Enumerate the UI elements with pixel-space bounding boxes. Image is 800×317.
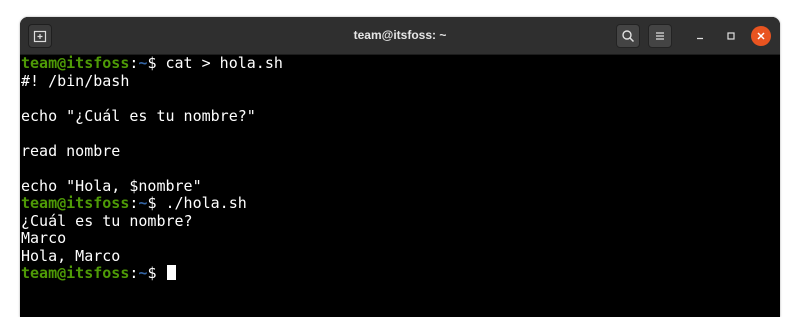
prompt-line: team@itsfoss:~$ cat > hola.sh [21, 54, 780, 73]
minimize-button[interactable] [688, 24, 712, 48]
prompt-line: team@itsfoss:~$ ./hola.sh [21, 194, 780, 213]
output-line: Marco [21, 229, 780, 248]
title-bar[interactable]: team@itsfoss: ~ [20, 17, 780, 55]
command-text: ./hola.sh [165, 194, 247, 212]
search-button[interactable] [616, 24, 640, 48]
output-text: read nombre [21, 141, 121, 160]
output-line: #! /bin/bash [21, 71, 780, 91]
menu-button[interactable] [648, 24, 672, 48]
minimize-icon [697, 37, 703, 40]
terminal-window: team@itsfoss: ~ team@itsfoss:~$ cat > ho… [20, 17, 780, 317]
output-text: Hola, Marco [21, 246, 121, 265]
output-line: echo "Hola, $nombre" [21, 176, 780, 196]
output-text: ¿Cuál es tu nombre? [21, 211, 193, 230]
prompt-user-host: team@itsfoss [21, 194, 130, 212]
output-text: echo "Hola, $nombre" [21, 176, 202, 195]
prompt-symbol: $ [147, 194, 166, 212]
terminal-output[interactable]: team@itsfoss:~$ cat > hola.sh #! /bin/bas… [20, 54, 780, 317]
close-button[interactable] [751, 26, 771, 46]
output-text: Marco [21, 229, 67, 247]
search-icon [622, 30, 635, 43]
output-text: echo "¿Cuál es tu nombre?" [21, 106, 256, 125]
command-text: cat > hola.sh [165, 54, 283, 72]
maximize-icon [727, 32, 735, 40]
prompt-user-host: team@itsfoss [21, 54, 130, 72]
close-icon [757, 32, 765, 40]
output-line: ¿Cuál es tu nombre? [21, 211, 780, 231]
maximize-button[interactable] [719, 24, 743, 48]
prompt-line: team@itsfoss:~$ [21, 264, 780, 283]
output-text: #! /bin/bash [21, 71, 130, 90]
output-line: Hola, Marco [21, 246, 780, 266]
output-line: read nombre [21, 141, 780, 161]
text-cursor [166, 265, 176, 280]
prompt-symbol: $ [147, 54, 166, 72]
prompt-user-host: team@itsfoss [21, 264, 130, 282]
output-line: echo "¿Cuál es tu nombre?" [21, 106, 780, 126]
hamburger-menu-icon [656, 32, 664, 40]
prompt-symbol: $ [147, 264, 166, 282]
